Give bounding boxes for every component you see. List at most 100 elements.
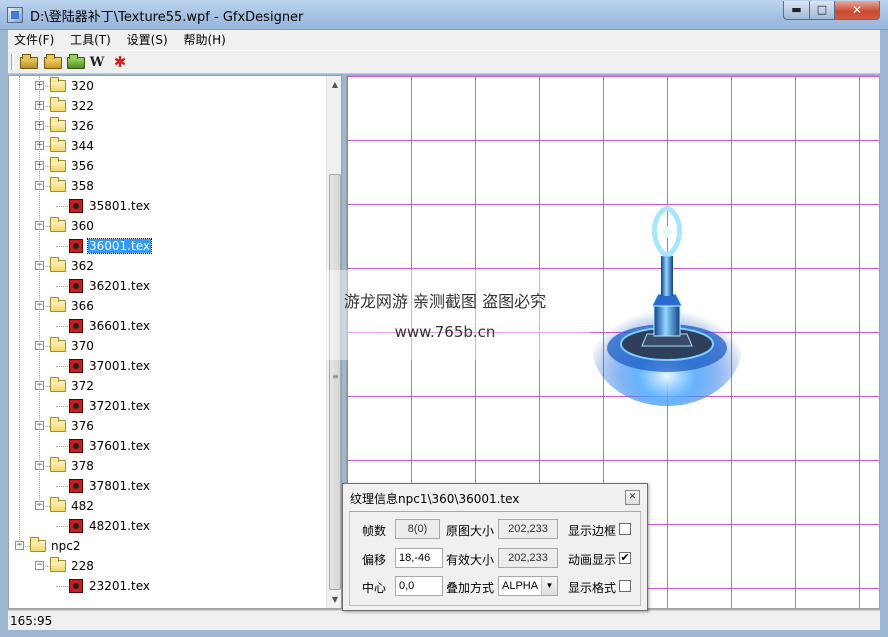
tree-connector [56, 206, 68, 207]
anim-display-checkbox[interactable]: ✔ [619, 552, 631, 564]
tree-folder-item[interactable]: − 228 [9, 556, 327, 576]
tree-folder-item[interactable]: +320 [9, 76, 327, 96]
tree-node-label: 37001.tex [89, 359, 150, 373]
tree-folder-item[interactable]: −358 [9, 176, 327, 196]
save-folder-icon[interactable] [67, 54, 85, 69]
tree-node-label: 372 [71, 379, 94, 393]
folder-icon [50, 157, 66, 172]
tree-connector [45, 306, 50, 307]
tree-node-label: 326 [71, 119, 94, 133]
import-folder-icon[interactable] [44, 54, 62, 69]
blend-mode-select[interactable]: ALPHA ▼ [498, 576, 558, 596]
tree-file-item[interactable]: 37801.tex [9, 476, 327, 496]
red-cross-icon[interactable]: ✱ [111, 54, 129, 71]
texture-tree-panel: +320 +322 +326 +344 +356−358 35801.tex −360 360… [8, 75, 342, 609]
center-field[interactable]: 0,0 [395, 576, 443, 596]
tree-connector [56, 286, 68, 287]
tree-file-item[interactable]: 36601.tex [9, 316, 327, 336]
w-icon[interactable]: W [88, 54, 106, 71]
tree-connector [45, 226, 50, 227]
tree-file-item[interactable]: 37201.tex [9, 396, 327, 416]
tree-folder-item[interactable]: −366 [9, 296, 327, 316]
tree-file-item[interactable]: 37601.tex [9, 436, 327, 456]
texture-file-icon [69, 579, 83, 593]
chevron-down-icon[interactable]: ▼ [541, 577, 557, 595]
tree-connector [56, 366, 68, 367]
show-grid-label: 显示格式 [568, 581, 617, 595]
scroll-thumb[interactable]: ≡ [329, 174, 341, 590]
tree-connector [45, 266, 50, 267]
texture-tree[interactable]: +320 +322 +326 +344 +356−358 35801.tex −360 360… [9, 76, 327, 608]
tree-file-item[interactable]: 36201.tex [9, 276, 327, 296]
texture-file-icon [69, 319, 83, 333]
blend-mode-value: ALPHA [502, 580, 539, 592]
tree-folder-item[interactable]: −378 [9, 456, 327, 476]
texture-file-icon [69, 399, 83, 413]
tree-folder-item[interactable]: +326 [9, 116, 327, 136]
tree-folder-item[interactable]: − npc2 [9, 536, 327, 556]
tree-folder-item[interactable]: −482 [9, 496, 327, 516]
texture-file-icon [69, 439, 83, 453]
orig-size-value: 202,233 [498, 519, 558, 539]
menu-settings[interactable]: 设置(S) [121, 30, 174, 50]
menu-tools[interactable]: 工具(T) [64, 30, 117, 50]
offset-field[interactable]: 18,-46 [395, 548, 443, 568]
cursor-coordinates: 165:95 [10, 614, 53, 628]
tree-file-item[interactable]: 48201.tex [9, 516, 327, 536]
tree-node-label: 48201.tex [89, 519, 150, 533]
tree-file-item[interactable]: 23201.tex [9, 576, 327, 596]
tree-folder-item[interactable]: +322 [9, 96, 327, 116]
tree-node-label: 36201.tex [89, 279, 150, 293]
tree-guide-line [39, 76, 40, 506]
texture-file-icon [69, 279, 83, 293]
menu-help[interactable]: 帮助(H) [177, 30, 231, 50]
tree-guide-line [19, 76, 20, 546]
folder-icon [50, 417, 66, 432]
tree-node-label: 378 [71, 459, 94, 473]
tree-connector [45, 106, 50, 107]
title-bar: D:\登陆器补丁\Texture55.wpf - GfxDesigner ▬ □… [0, 0, 888, 30]
tree-file-item[interactable]: 36001.tex [9, 236, 327, 256]
maximize-button[interactable]: □ [809, 1, 835, 20]
show-grid-checkbox[interactable] [619, 580, 631, 592]
tree-folder-item[interactable]: −362 [9, 256, 327, 276]
open-folder-icon[interactable] [20, 54, 38, 69]
scroll-up-icon[interactable]: ▲ [327, 76, 341, 93]
tree-folder-item[interactable]: −372 [9, 376, 327, 396]
tree-folder-item[interactable]: −360 [9, 216, 327, 236]
dialog-close-icon[interactable]: ✕ [625, 490, 640, 505]
tree-folder-item[interactable]: +356 [9, 156, 327, 176]
tree-folder-item[interactable]: −370 [9, 336, 327, 356]
tree-node-label: 362 [71, 259, 94, 273]
folder-icon [50, 177, 66, 192]
folder-icon [50, 457, 66, 472]
menu-file[interactable]: 文件(F) [8, 30, 60, 50]
tree-folder-item[interactable]: −376 [9, 416, 327, 436]
tree-file-item[interactable]: 35801.tex [9, 196, 327, 216]
tree-connector [45, 146, 50, 147]
anim-display-label: 动画显示 [568, 553, 617, 567]
scroll-down-icon[interactable]: ▼ [327, 591, 341, 608]
tree-connector [56, 446, 68, 447]
tree-node-label: 322 [71, 99, 94, 113]
tree-node-label: 36001.tex [87, 238, 152, 254]
show-border-checkbox[interactable] [619, 523, 631, 535]
tree-connector [45, 86, 50, 87]
offset-label: 偏移 [362, 553, 387, 567]
watermark: 游龙网游 亲测截图 盗图必究 www.765b.cn [300, 270, 590, 360]
tree-node-label: 320 [71, 79, 94, 93]
tree-file-item[interactable]: 37001.tex [9, 356, 327, 376]
tree-folder-item[interactable]: +344 [9, 136, 327, 156]
folder-icon [50, 497, 66, 512]
folder-icon [50, 137, 66, 152]
minimize-button[interactable]: ▬ [783, 1, 810, 20]
tree-connector [45, 466, 50, 467]
tree-connector [45, 186, 50, 187]
close-button[interactable]: ✕ [834, 1, 880, 20]
tree-connector [25, 546, 30, 547]
folder-icon [50, 257, 66, 272]
collapse-icon[interactable]: − [35, 561, 44, 570]
tree-node-label: 37801.tex [89, 479, 150, 493]
toolbar: W ✱ [8, 50, 880, 74]
texture-file-icon [69, 519, 83, 533]
